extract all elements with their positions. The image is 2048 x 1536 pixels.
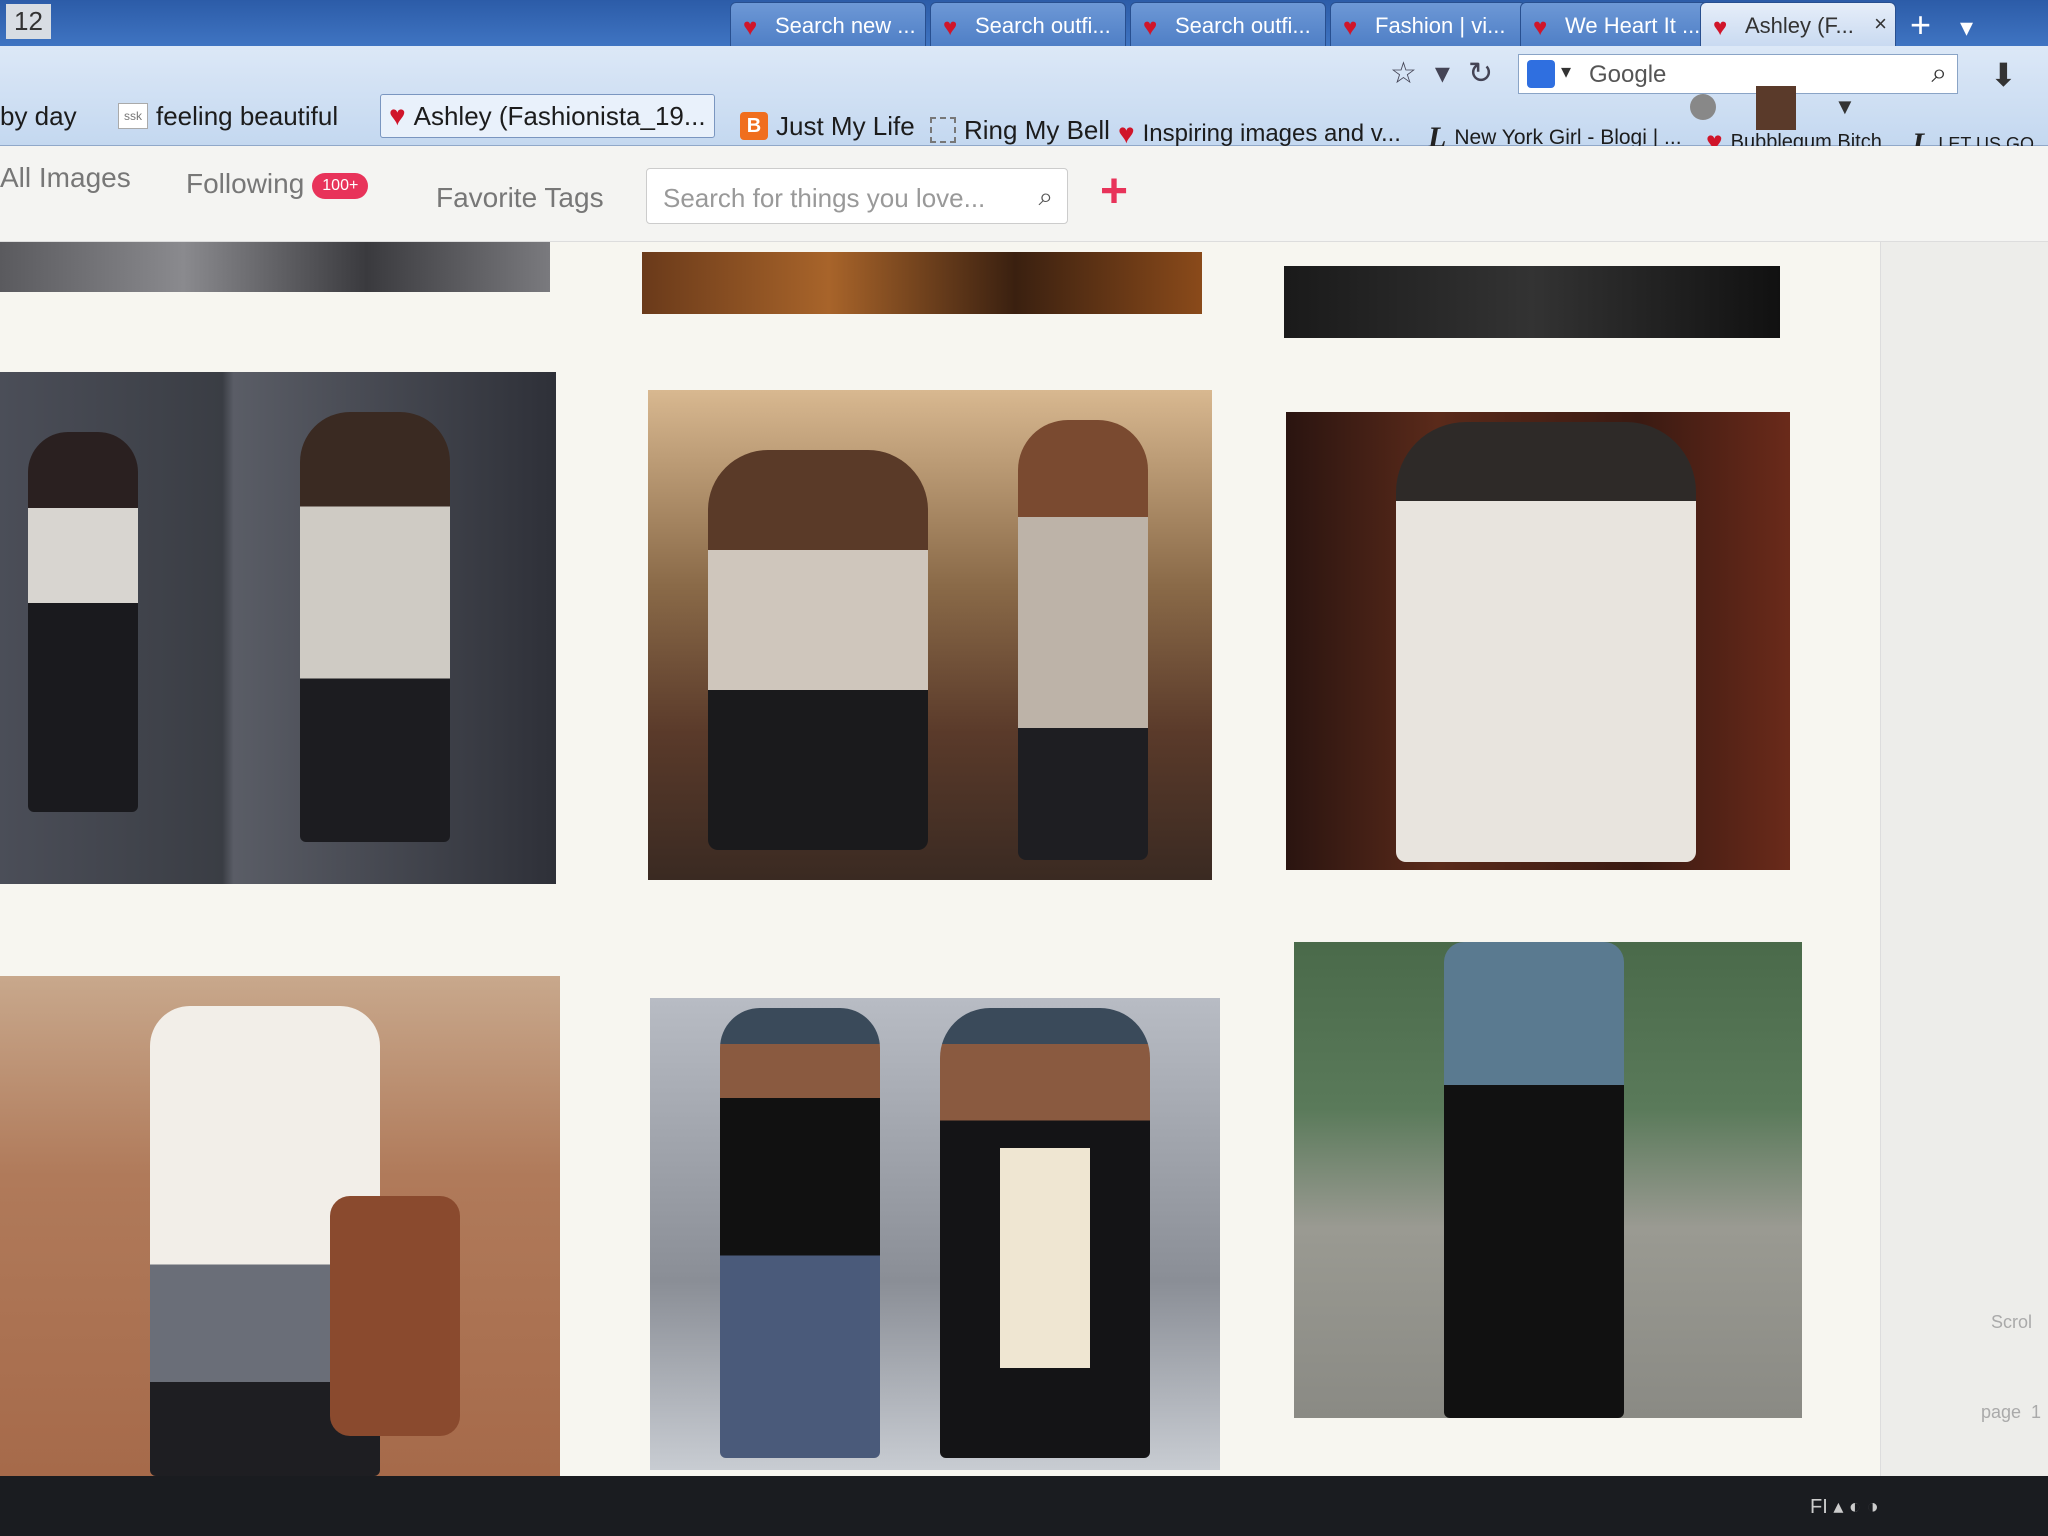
nav-following[interactable]: Following 100+ <box>186 168 369 200</box>
chevron-down-icon[interactable]: ▾ <box>1561 59 1571 84</box>
bookmark-ashley[interactable]: ♥ Ashley (Fashionista_19... <box>380 94 715 138</box>
heart-icon: ♥ <box>389 100 406 131</box>
nav-all-images[interactable]: All Images <box>0 162 131 194</box>
taskbar: FI ▴ ◐ ◑ <box>0 1476 2048 1536</box>
image-tile[interactable] <box>650 998 1220 1470</box>
heart-icon: ♥ <box>1143 14 1158 41</box>
image-tile[interactable] <box>648 390 1212 880</box>
google-icon <box>1527 60 1555 88</box>
tab-ashley[interactable]: ♥ Ashley (F... × <box>1700 2 1896 46</box>
page-number: 1 <box>2031 1402 2042 1422</box>
tab-search-new[interactable]: ♥ Search new ... <box>730 2 926 46</box>
image-tile[interactable] <box>0 242 550 292</box>
image-tile[interactable] <box>642 252 1202 314</box>
scroll-label: Scrol <box>1991 1312 2033 1332</box>
site-icon: ssk <box>118 103 148 129</box>
heart-icon: ♥ <box>1713 14 1728 41</box>
image-grid <box>0 242 1880 1476</box>
heart-icon: ♥ <box>943 14 958 41</box>
image-tile[interactable] <box>1284 266 1780 338</box>
search-input[interactable]: Search for things you love... <box>663 183 985 213</box>
tab-fashion[interactable]: ♥ Fashion | vi... <box>1330 2 1526 46</box>
star-icon[interactable]: ☆ <box>1390 56 1417 91</box>
site-header: All Images Following 100+ Favorite Tags S… <box>0 146 2048 242</box>
search-icon[interactable]: ⌕ <box>1931 57 1947 90</box>
heart-icon: ♥ <box>743 14 758 41</box>
plus-icon[interactable]: + <box>1100 164 1128 219</box>
tab-bar: 12 ♥ Search new ... ♥ Search outfi... ♥ Sea… <box>0 0 2048 46</box>
reload-icon[interactable]: ↻ <box>1468 56 1493 91</box>
blogger-icon: B <box>740 112 768 140</box>
right-sidebar: Scrol page 1 <box>1880 242 2048 1476</box>
search-box[interactable]: Search for things you love... ⌕ <box>646 168 1068 224</box>
close-icon[interactable]: × <box>1874 11 1887 37</box>
bookmark-by-day[interactable]: by day <box>0 94 77 138</box>
avatar[interactable] <box>1756 86 1796 130</box>
image-tile[interactable] <box>0 372 556 884</box>
image-tile[interactable] <box>1294 942 1802 1418</box>
tab-search-outfits-2[interactable]: ♥ Search outfi... <box>1130 2 1326 46</box>
chevron-down-icon[interactable]: ▾ <box>1435 56 1450 91</box>
bookmark-feeling-beautiful[interactable]: ssk feeling beautiful <box>118 94 338 138</box>
bookmark-just-my-life[interactable]: B Just My Life <box>740 104 915 148</box>
new-tab-button[interactable]: + <box>1910 4 1931 46</box>
notification-icon[interactable] <box>1690 94 1716 120</box>
heart-icon: ♥ <box>1533 14 1548 41</box>
tab-list-dropdown[interactable]: ▾ <box>1960 12 1973 43</box>
page-icon <box>930 117 956 143</box>
navigation-bar: ☆ ▾ ↻ ▾ Google ⌕ ⬇ by day ssk feeling bea… <box>0 46 2048 160</box>
nav-favorite-tags[interactable]: Favorite Tags <box>436 182 604 214</box>
download-icon[interactable]: ⬇ <box>1990 56 2017 94</box>
heart-icon: ♥ <box>1343 14 1358 41</box>
image-tile[interactable] <box>1286 412 1790 870</box>
following-count-badge: 100+ <box>312 172 369 199</box>
window-number: 12 <box>6 4 51 39</box>
image-tile[interactable] <box>0 976 560 1476</box>
tab-search-outfits-1[interactable]: ♥ Search outfi... <box>930 2 1126 46</box>
chevron-down-icon[interactable]: ▼ <box>1834 94 1856 120</box>
search-engine-field[interactable]: Google <box>1589 61 1666 88</box>
search-engine-box[interactable]: ▾ Google ⌕ <box>1518 54 1958 94</box>
search-icon[interactable]: ⌕ <box>1038 181 1053 213</box>
url-bar-icons: ☆ ▾ ↻ <box>1390 56 1493 91</box>
page-label: page <box>1981 1402 2022 1422</box>
tab-we-heart-it[interactable]: ♥ We Heart It ... <box>1520 2 1716 46</box>
system-tray[interactable]: FI ▴ ◐ ◑ <box>1810 1494 1879 1519</box>
